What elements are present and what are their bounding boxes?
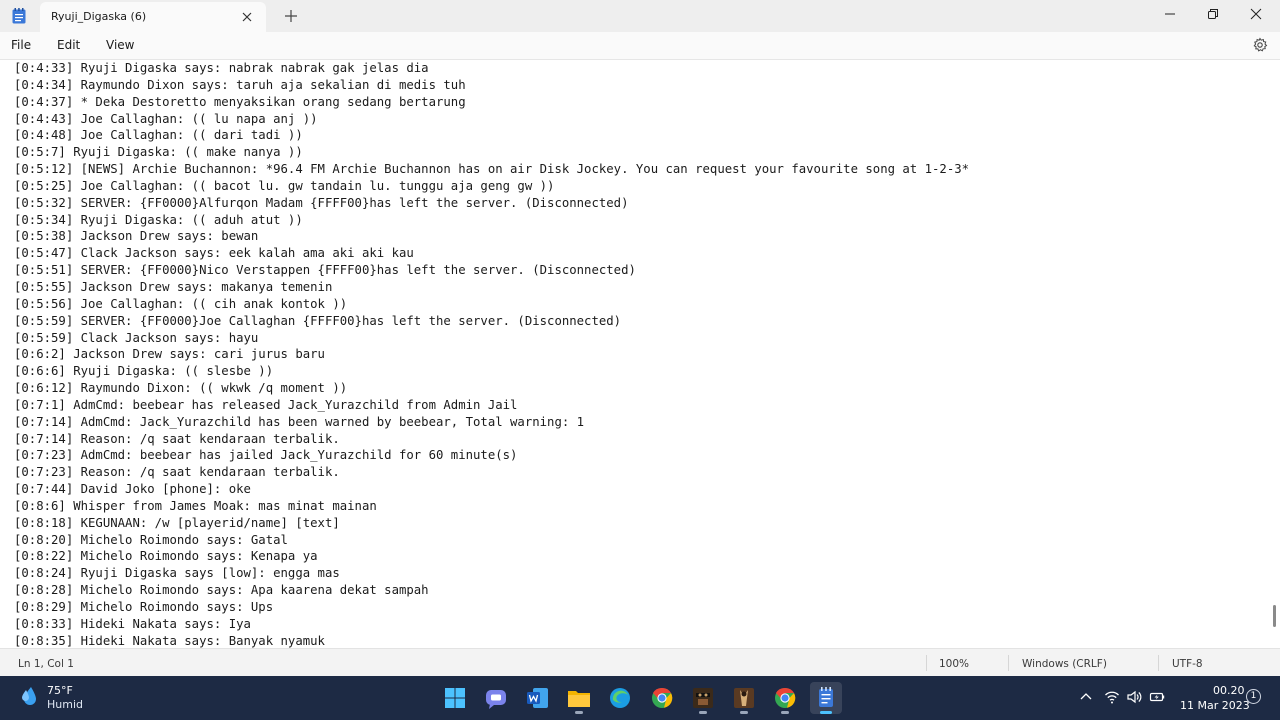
start-button[interactable]: [439, 682, 471, 714]
text-line: [0:7:23] AdmCmd: beebear has jailed Jack…: [14, 448, 518, 463]
text-line: [0:5:32] SERVER: {FF0000}Alfurqon Madam …: [14, 195, 629, 210]
text-line: [0:7:44] David Joko [phone]: oke: [14, 482, 251, 497]
battery-charging-icon[interactable]: [1149, 689, 1165, 705]
close-window-button[interactable]: [1233, 0, 1279, 30]
clock-date[interactable]: 11 Mar 2023: [1180, 699, 1250, 712]
running-indicator: [699, 711, 707, 714]
text-line: [0:5:12] [NEWS] Archie Buchannon: *96.4 …: [14, 162, 970, 177]
menu-file[interactable]: File: [11, 38, 31, 52]
chrome-icon-2[interactable]: [769, 682, 801, 714]
status-separator: [1008, 655, 1009, 671]
text-line: [0:5:34] Ryuji Digaska: (( aduh atut )): [14, 212, 303, 227]
encoding: UTF-8: [1172, 658, 1203, 670]
cursor-position: Ln 1, Col 1: [18, 658, 74, 670]
menu-view[interactable]: View: [106, 38, 134, 52]
text-line: [0:6:6] Ryuji Digaska: (( slesbe )): [14, 364, 274, 379]
edge-icon[interactable]: [604, 682, 636, 714]
editor-text: [0:4:33] Ryuji Digaska says: nabrak nabr…: [14, 60, 969, 648]
volume-icon[interactable]: [1126, 689, 1142, 705]
text-line: [0:5:56] Joe Callaghan: (( cih anak kont…: [14, 296, 348, 311]
text-line: [0:8:18] KEGUNAAN: /w [playerid/name] [t…: [14, 515, 340, 530]
file-explorer-icon[interactable]: [563, 682, 595, 714]
zoom-level: 100%: [939, 658, 970, 670]
menu-bar: File Edit View: [0, 32, 1280, 60]
text-line: [0:8:24] Ryuji Digaska says [low]: engga…: [14, 566, 340, 581]
word-icon[interactable]: [522, 682, 554, 714]
status-separator: [1158, 655, 1159, 671]
active-indicator: [820, 711, 832, 714]
minimize-button[interactable]: [1147, 0, 1193, 30]
text-line: [0:5:38] Jackson Drew says: bewan: [14, 229, 259, 244]
game-launcher-icon[interactable]: [728, 682, 760, 714]
chrome-icon[interactable]: [646, 682, 678, 714]
tab-title: Ryuji_Digaska (6): [51, 10, 147, 23]
text-line: [0:7:23] Reason: /q saat kendaraan terba…: [14, 465, 340, 480]
status-separator: [926, 655, 927, 671]
text-line: [0:6:12] Raymundo Dixon: (( wkwk /q mome…: [14, 381, 348, 396]
vertical-scrollbar[interactable]: [1273, 605, 1276, 627]
gear-icon[interactable]: [1252, 37, 1268, 53]
line-ending: Windows (CRLF): [1022, 658, 1107, 670]
text-line: [0:7:1] AdmCmd: beebear has released Jac…: [14, 397, 518, 412]
text-line: [0:4:34] Raymundo Dixon says: taruh aja …: [14, 77, 466, 92]
text-line: [0:4:33] Ryuji Digaska says: nabrak nabr…: [14, 61, 429, 75]
text-line: [0:5:55] Jackson Drew says: makanya teme…: [14, 279, 333, 294]
text-line: [0:5:51] SERVER: {FF0000}Nico Verstappen…: [14, 263, 636, 278]
text-line: [0:8:28] Michelo Roimondo says: Apa kaar…: [14, 583, 429, 598]
text-line: [0:4:37] * Deka Destoretto menyaksikan o…: [14, 94, 466, 109]
weather-droplet-icon[interactable]: [18, 684, 42, 708]
text-line: [0:8:22] Michelo Roimondo says: Kenapa y…: [14, 549, 318, 564]
text-line: [0:7:14] Reason: /q saat kendaraan terba…: [14, 431, 340, 446]
text-line: [0:8:20] Michelo Roimondo says: Gatal: [14, 532, 288, 547]
text-line: [0:8:35] Hideki Nakata says: Banyak nyam…: [14, 633, 325, 648]
clock-time[interactable]: 00.20: [1213, 684, 1245, 697]
text-line: [0:5:47] Clack Jackson says: eek kalah a…: [14, 246, 414, 261]
title-bar: Ryuji_Digaska (6): [0, 0, 1280, 32]
notepad-taskbar-icon[interactable]: [810, 682, 842, 714]
menu-edit[interactable]: Edit: [57, 38, 80, 52]
running-indicator: [575, 711, 583, 714]
text-line: [0:5:59] SERVER: {FF0000}Joe Callaghan {…: [14, 313, 622, 328]
text-line: [0:4:48] Joe Callaghan: (( dari tadi )): [14, 128, 303, 143]
restore-button[interactable]: [1190, 0, 1236, 30]
game-character-icon[interactable]: [687, 682, 719, 714]
text-line: [0:5:7] Ryuji Digaska: (( make nanya )): [14, 145, 303, 160]
running-indicator: [740, 711, 748, 714]
new-tab-icon[interactable]: [282, 7, 300, 25]
wifi-icon[interactable]: [1104, 689, 1120, 705]
taskbar: 75°F Humid 00.20 11 Mar 2023 1: [0, 676, 1280, 720]
text-line: [0:6:2] Jackson Drew says: cari jurus ba…: [14, 347, 325, 362]
notification-badge[interactable]: 1: [1246, 689, 1261, 704]
text-line: [0:8:33] Hideki Nakata says: Iya: [14, 616, 251, 631]
close-tab-icon[interactable]: [239, 9, 255, 25]
chevron-up-icon[interactable]: [1078, 689, 1094, 705]
text-line: [0:8:29] Michelo Roimondo says: Ups: [14, 600, 274, 614]
weather-temperature[interactable]: 75°F: [47, 684, 73, 697]
teams-chat-icon[interactable]: [480, 682, 512, 714]
text-line: [0:8:6] Whisper from James Moak: mas min…: [14, 498, 377, 513]
status-bar: Ln 1, Col 1 100% Windows (CRLF) UTF-8: [0, 648, 1280, 676]
text-line: [0:5:25] Joe Callaghan: (( bacot lu. gw …: [14, 178, 555, 193]
text-editor[interactable]: [0:4:33] Ryuji Digaska says: nabrak nabr…: [0, 60, 1280, 648]
weather-condition[interactable]: Humid: [47, 698, 83, 711]
text-line: [0:5:59] Clack Jackson says: hayu: [14, 330, 259, 345]
running-indicator: [781, 711, 789, 714]
tab-document[interactable]: Ryuji_Digaska (6): [40, 2, 266, 32]
notepad-icon: [12, 8, 26, 24]
text-line: [0:7:14] AdmCmd: Jack_Yurazchild has bee…: [14, 414, 585, 429]
text-line: [0:4:43] Joe Callaghan: (( lu napa anj )…: [14, 111, 318, 126]
